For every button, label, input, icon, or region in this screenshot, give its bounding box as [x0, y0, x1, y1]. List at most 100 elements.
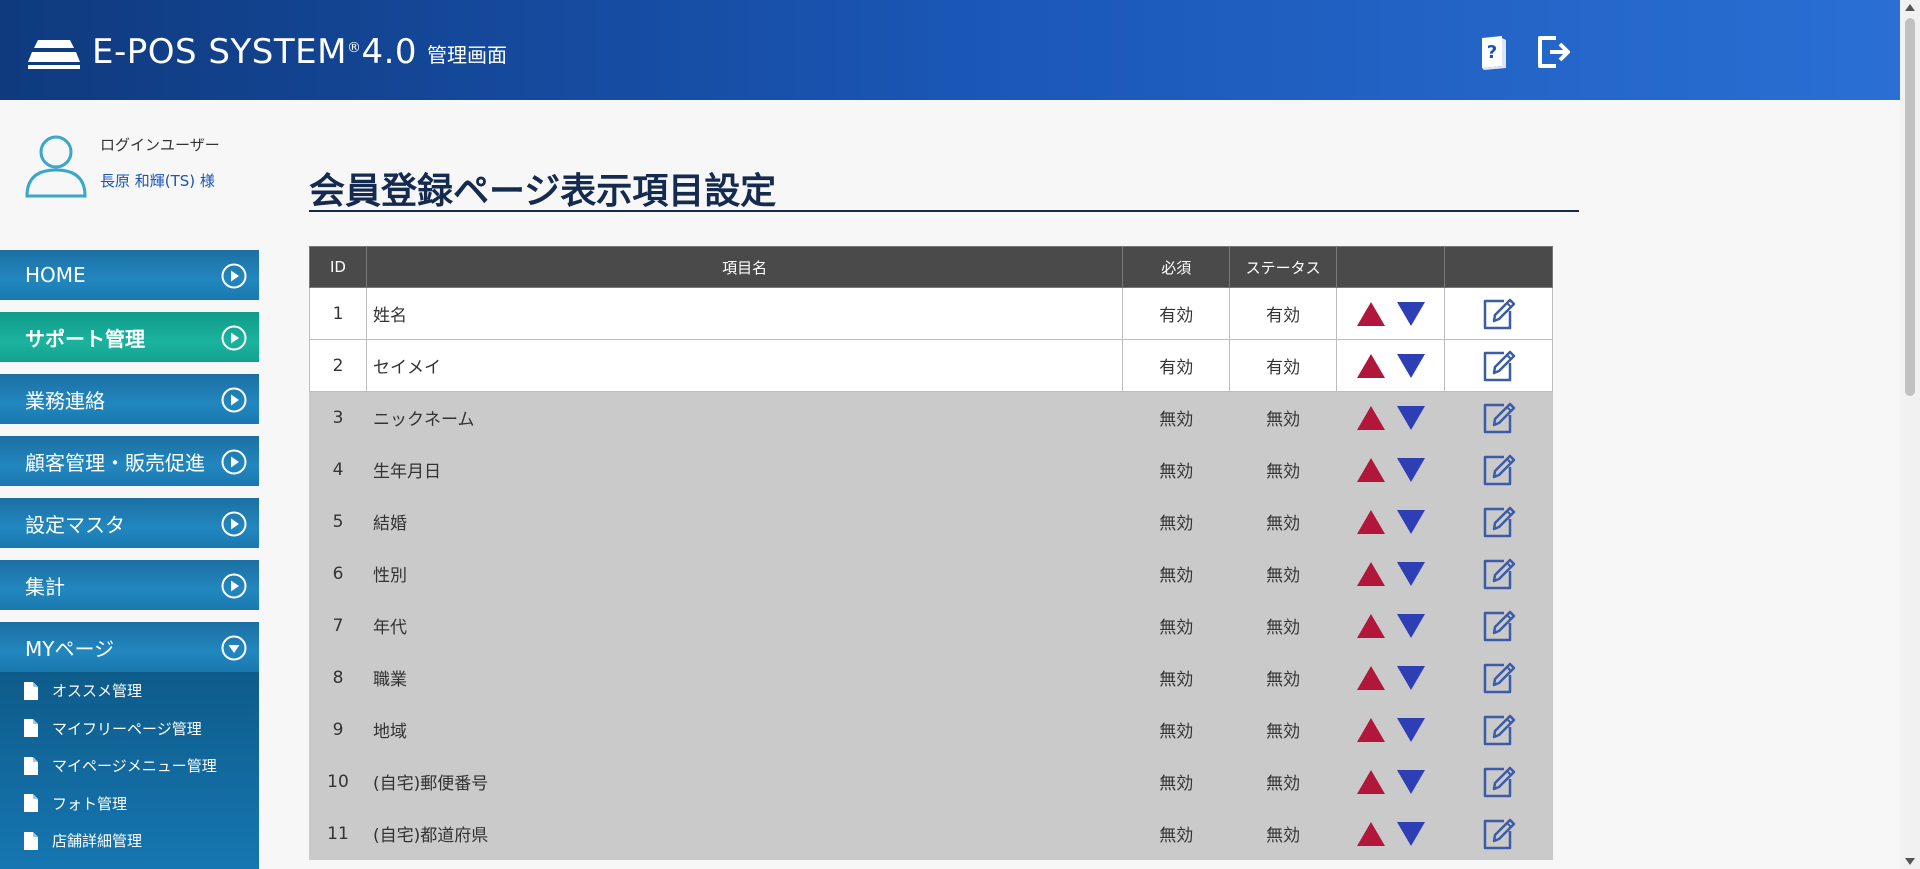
- logo[interactable]: E-POS SYSTEM®4.0 管理画面: [28, 34, 507, 70]
- header-required: 必須: [1122, 246, 1231, 288]
- table-row: 7 年代 無効 無効: [309, 599, 1553, 652]
- manual-book-icon[interactable]: ?: [1476, 34, 1512, 70]
- edit-icon[interactable]: [1482, 401, 1516, 435]
- scroll-thumb[interactable]: [1905, 18, 1915, 396]
- edit-icon[interactable]: [1482, 453, 1516, 487]
- cell-name: 生年月日: [365, 443, 1124, 496]
- move-down-icon[interactable]: [1396, 457, 1426, 483]
- move-up-icon[interactable]: [1356, 301, 1386, 327]
- move-up-icon[interactable]: [1356, 405, 1386, 431]
- move-up-icon[interactable]: [1356, 561, 1386, 587]
- cell-id: 4: [309, 443, 367, 496]
- cell-name: (自宅)都道府県: [365, 807, 1124, 860]
- move-up-icon[interactable]: [1356, 717, 1386, 743]
- table-row: 1 姓名 有効 有効: [309, 287, 1553, 340]
- table-row: 9 地域 無効 無効: [309, 703, 1553, 756]
- move-down-icon[interactable]: [1396, 821, 1426, 847]
- cell-name: 性別: [365, 547, 1124, 600]
- sidebar-item-home[interactable]: HOME: [0, 250, 259, 300]
- move-down-icon[interactable]: [1396, 665, 1426, 691]
- cell-name: ニックネーム: [365, 391, 1124, 444]
- move-down-icon[interactable]: [1396, 301, 1426, 327]
- move-up-icon[interactable]: [1356, 821, 1386, 847]
- cell-id: 3: [309, 391, 367, 444]
- logo-subtitle: 管理画面: [427, 43, 508, 67]
- edit-icon[interactable]: [1482, 713, 1516, 747]
- edit-icon[interactable]: [1482, 661, 1516, 695]
- cell-order: [1336, 807, 1446, 860]
- header-id: ID: [309, 246, 367, 288]
- edit-icon[interactable]: [1482, 765, 1516, 799]
- edit-icon[interactable]: [1482, 609, 1516, 643]
- submenu-item-free-page[interactable]: マイフリーページ管理: [0, 710, 259, 748]
- cell-status: 無効: [1229, 599, 1338, 652]
- login-user-box: ログインユーザー 長原 和輝(TS) 様: [24, 132, 244, 202]
- move-up-icon[interactable]: [1356, 457, 1386, 483]
- page-title: 会員登録ページ表示項目設定: [309, 171, 777, 212]
- sidebar-item-settings-master[interactable]: 設定マスタ: [0, 498, 259, 548]
- cell-edit: [1444, 703, 1553, 756]
- move-up-icon[interactable]: [1356, 665, 1386, 691]
- cell-edit: [1444, 599, 1553, 652]
- cell-id: 6: [309, 547, 367, 600]
- cell-status: 無効: [1229, 547, 1338, 600]
- table-header-row: ID 項目名 必須 ステータス: [309, 246, 1553, 288]
- move-down-icon[interactable]: [1396, 405, 1426, 431]
- cell-order: [1336, 755, 1446, 808]
- cell-status: 無効: [1229, 651, 1338, 704]
- circle-play-icon: [221, 573, 247, 599]
- table-row: 2 セイメイ 有効 有効: [309, 339, 1553, 392]
- scroll-up-arrow-icon[interactable]: [1905, 4, 1915, 11]
- table-row: 11 (自宅)都道府県 無効 無効: [309, 807, 1553, 860]
- user-avatar-icon: [25, 135, 87, 198]
- edit-icon[interactable]: [1482, 817, 1516, 851]
- submenu-item-mypage-menu[interactable]: マイページメニュー管理: [0, 747, 259, 785]
- cell-edit: [1444, 495, 1553, 548]
- move-up-icon[interactable]: [1356, 613, 1386, 639]
- cell-name: 年代: [365, 599, 1124, 652]
- sidebar-item-mypage[interactable]: MYページ: [0, 622, 259, 672]
- submenu-item-photo[interactable]: フォト管理: [0, 785, 259, 823]
- submenu-item-store-detail[interactable]: 店舗詳細管理: [0, 822, 259, 860]
- circle-play-icon: [221, 263, 247, 289]
- scroll-down-arrow-icon[interactable]: [1905, 858, 1915, 865]
- edit-icon[interactable]: [1482, 505, 1516, 539]
- cell-order: [1336, 495, 1446, 548]
- cell-id: 11: [309, 807, 367, 860]
- cell-id: 10: [309, 755, 367, 808]
- move-down-icon[interactable]: [1396, 561, 1426, 587]
- cell-status: 有効: [1229, 339, 1338, 392]
- move-down-icon[interactable]: [1396, 769, 1426, 795]
- sidebar-item-customer[interactable]: 顧客管理・販売促進: [0, 436, 259, 486]
- circle-play-icon: [221, 325, 247, 351]
- edit-icon[interactable]: [1482, 297, 1516, 331]
- cell-id: 1: [309, 287, 367, 340]
- edit-icon[interactable]: [1482, 349, 1516, 383]
- sidebar-menu: HOME サポート管理 業務連絡 顧客管理・販売促進 設定マスタ 集計 MYペー…: [0, 250, 259, 869]
- move-down-icon[interactable]: [1396, 613, 1426, 639]
- move-down-icon[interactable]: [1396, 717, 1426, 743]
- move-up-icon[interactable]: [1356, 509, 1386, 535]
- submenu-item-recommend[interactable]: オススメ管理: [0, 672, 259, 710]
- edit-icon[interactable]: [1482, 557, 1516, 591]
- circle-chevron-down-icon: [221, 635, 247, 661]
- cell-id: 7: [309, 599, 367, 652]
- document-icon: [24, 794, 38, 813]
- move-down-icon[interactable]: [1396, 353, 1426, 379]
- page-scrollbar[interactable]: [1900, 0, 1920, 869]
- mypage-submenu: オススメ管理 マイフリーページ管理 マイページメニュー管理 フォト管理 店舗詳細…: [0, 672, 259, 869]
- cell-id: 5: [309, 495, 367, 548]
- cell-status: 無効: [1229, 755, 1338, 808]
- move-up-icon[interactable]: [1356, 353, 1386, 379]
- document-icon: [24, 681, 38, 700]
- cell-order: [1336, 391, 1446, 444]
- sidebar-item-support[interactable]: サポート管理: [0, 312, 259, 362]
- login-user-name[interactable]: 長原 和輝(TS) 様: [100, 170, 215, 191]
- logout-icon[interactable]: [1536, 34, 1572, 70]
- move-up-icon[interactable]: [1356, 769, 1386, 795]
- sidebar-item-aggregate[interactable]: 集計: [0, 560, 259, 610]
- cell-required: 有効: [1122, 287, 1231, 340]
- sidebar-item-business-contact[interactable]: 業務連絡: [0, 374, 259, 424]
- svg-text:?: ?: [1487, 42, 1497, 63]
- move-down-icon[interactable]: [1396, 509, 1426, 535]
